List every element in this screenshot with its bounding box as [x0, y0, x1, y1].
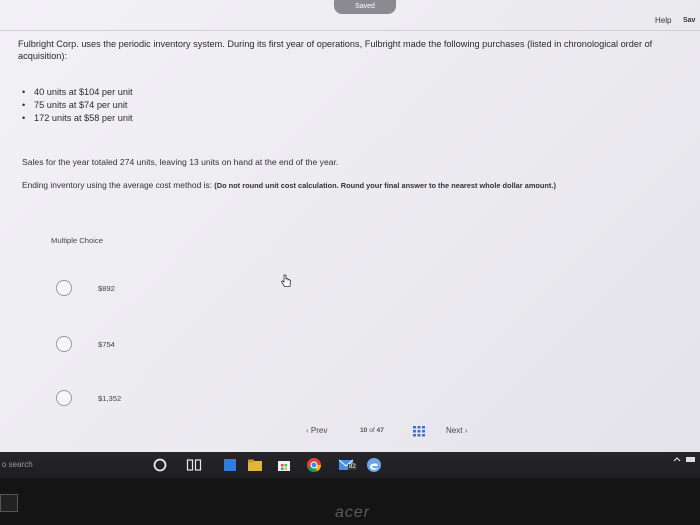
hand-cursor-icon — [280, 274, 291, 287]
chevron-left-icon: ‹ — [306, 426, 309, 435]
chevron-right-icon: › — [464, 426, 468, 435]
next-button[interactable]: Next › — [446, 426, 467, 435]
purchase-item: 40 units at $104 per unit — [22, 86, 133, 99]
windows-taskbar: o search 82 — [0, 452, 700, 478]
edge-icon[interactable] — [366, 457, 382, 473]
taskbar-search[interactable]: o search — [2, 460, 33, 469]
saved-badge: Saved — [334, 0, 396, 14]
cortana-icon[interactable] — [152, 457, 168, 473]
choice-label: $754 — [98, 340, 115, 349]
prev-button[interactable]: ‹ Prev — [306, 426, 327, 435]
help-link[interactable]: Help — [655, 16, 671, 25]
question-navigation: ‹ Prev 10 of 47 Next › — [0, 426, 700, 442]
app-icon-blue[interactable] — [222, 457, 238, 473]
bezel-button — [0, 494, 18, 512]
laptop-bezel: acer — [0, 478, 700, 525]
page-of: of — [369, 427, 375, 434]
top-bar: Help Sav — [0, 14, 700, 31]
file-explorer-icon[interactable] — [247, 457, 263, 473]
chrome-icon[interactable] — [306, 457, 322, 473]
system-tray-icon[interactable] — [672, 454, 698, 464]
store-icon[interactable] — [276, 457, 292, 473]
save-link[interactable]: Sav — [683, 17, 695, 24]
choice-label: $1,352 — [98, 394, 122, 403]
page-indicator[interactable]: 10 of 47 — [360, 427, 384, 434]
browser-screen: Saved Help Sav Fulbright Corp. uses the … — [0, 0, 700, 452]
purchase-item: 75 units at $74 per unit — [22, 99, 133, 112]
question-intro: Fulbright Corp. uses the periodic invent… — [18, 39, 653, 61]
grid-icon[interactable] — [413, 426, 425, 437]
page-current: 10 — [360, 427, 368, 434]
ending-prompt-text: Ending inventory using the average cost … — [22, 180, 212, 190]
purchase-list: 40 units at $104 per unit 75 units at $7… — [22, 86, 133, 125]
choice-label: $892 — [98, 284, 115, 293]
radio-button[interactable] — [56, 390, 72, 406]
prev-label: Prev — [310, 426, 328, 435]
purchase-item: 172 units at $58 per unit — [22, 112, 133, 125]
ending-instruction: (Do not round unit cost calculation. Rou… — [214, 181, 556, 190]
mail-badge: 82 — [348, 464, 357, 470]
next-label: Next — [446, 426, 463, 435]
task-view-icon[interactable] — [186, 457, 202, 473]
radio-button[interactable] — [56, 336, 72, 352]
sales-text: Sales for the year totaled 274 units, le… — [22, 157, 339, 167]
radio-button[interactable] — [56, 280, 72, 296]
ending-inventory-prompt: Ending inventory using the average cost … — [22, 180, 692, 190]
page-total: 47 — [376, 427, 384, 434]
brand-logo: acer — [335, 504, 371, 521]
multiple-choice-title: Multiple Choice — [51, 236, 103, 245]
